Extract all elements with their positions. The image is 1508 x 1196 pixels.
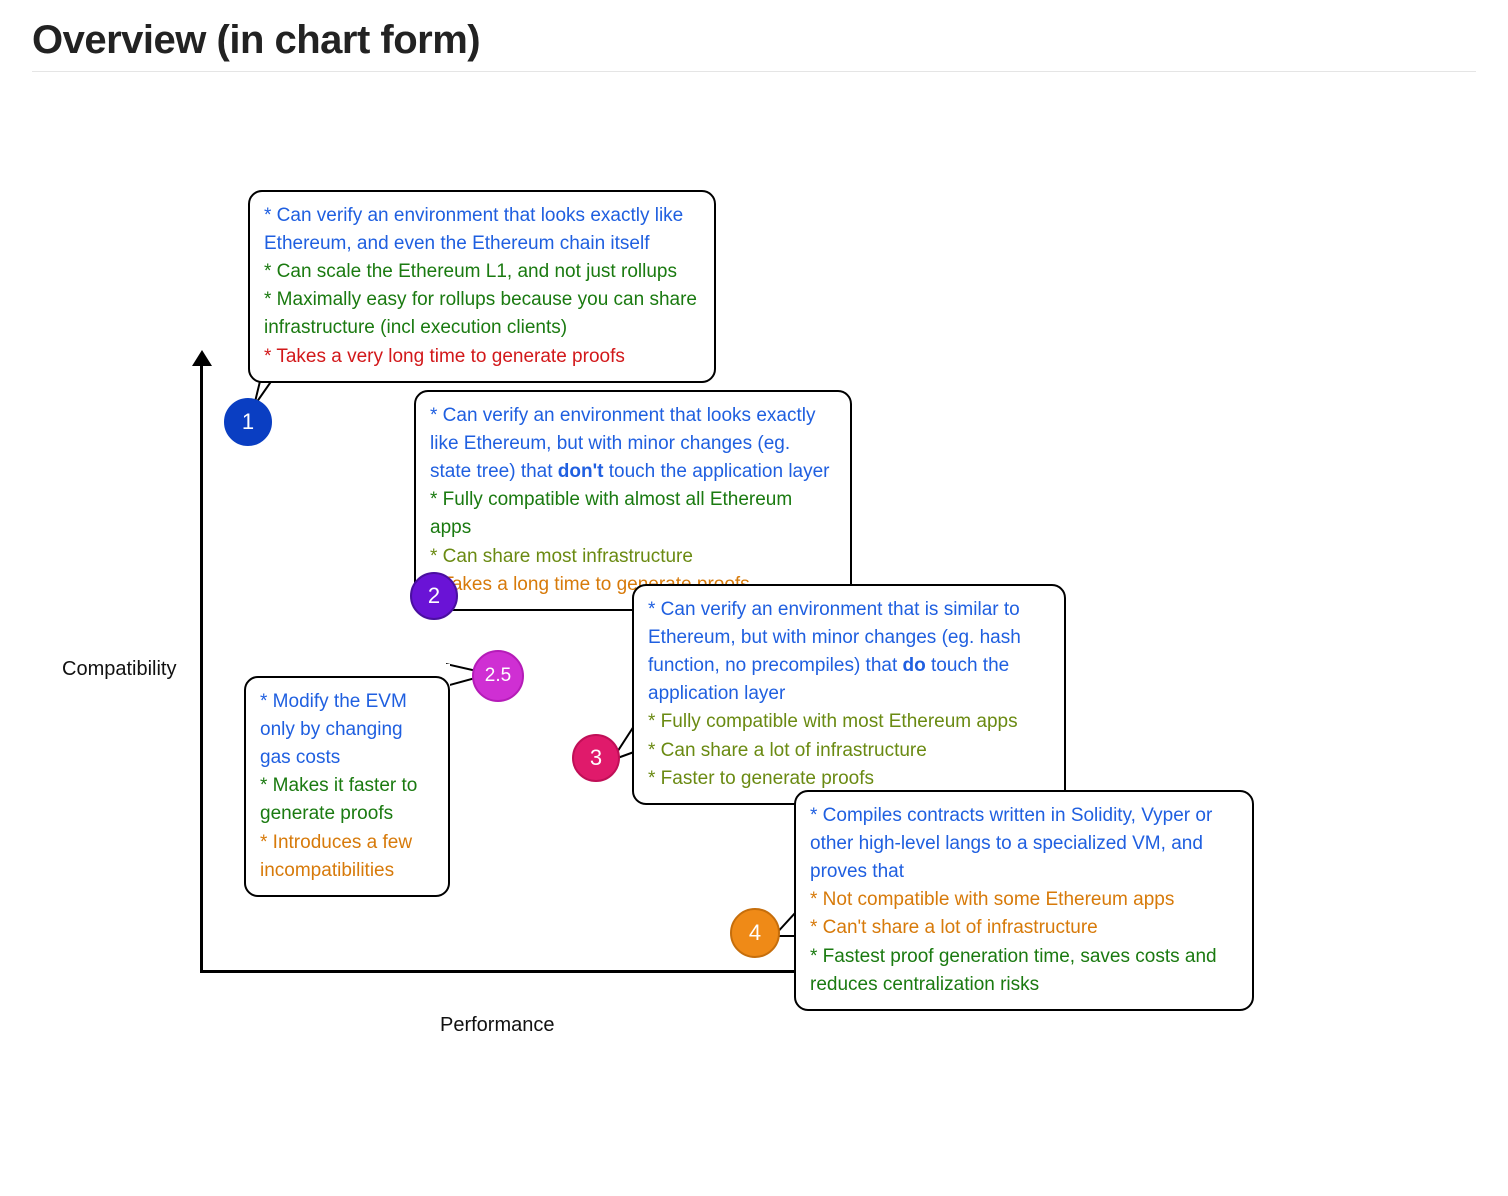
callout-type-1: * Can verify an environment that looks e… [248, 190, 716, 383]
callout-25-line-1: * Makes it faster to generate proofs [260, 772, 434, 828]
node-type-4: 4 [730, 908, 780, 958]
callout-4-line-3: * Fastest proof generation time, saves c… [810, 943, 1238, 999]
callout-type-2-5: * Modify the EVM only by changing gas co… [244, 676, 450, 897]
callout-type-3: * Can verify an environment that is simi… [632, 584, 1066, 805]
node-type-3: 3 [572, 734, 620, 782]
callout-3-line-3: * Faster to generate proofs [648, 765, 1050, 793]
callout-1-line-2: * Maximally easy for rollups because you… [264, 286, 700, 342]
callout-3-line-2: * Can share a lot of infrastructure [648, 737, 1050, 765]
callout-2-line-0: * Can verify an environment that looks e… [430, 402, 836, 486]
callout-25-line-0: * Modify the EVM only by changing gas co… [260, 688, 434, 772]
callout-4-line-0: * Compiles contracts written in Solidity… [810, 802, 1238, 886]
callout-1-line-0: * Can verify an environment that looks e… [264, 202, 700, 258]
callout-2-line-2: * Can share most infrastructure [430, 543, 836, 571]
title-rule [32, 71, 1476, 72]
callout-4-line-2: * Can't share a lot of infrastructure [810, 914, 1238, 942]
node-type-1: 1 [224, 398, 272, 446]
callout-type-2: * Can verify an environment that looks e… [414, 390, 852, 611]
callout-type-4: * Compiles contracts written in Solidity… [794, 790, 1254, 1011]
node-type-2-5: 2.5 [472, 650, 524, 702]
axis-x [200, 970, 810, 973]
axis-y-arrow-icon [192, 350, 212, 366]
node-type-2: 2 [410, 572, 458, 620]
axis-x-label: Performance [440, 1014, 555, 1037]
callout-3-line-0: * Can verify an environment that is simi… [648, 596, 1050, 708]
callout-1-line-1: * Can scale the Ethereum L1, and not jus… [264, 258, 700, 286]
callout-2-line-1: * Fully compatible with almost all Ether… [430, 486, 836, 542]
callout-4-line-1: * Not compatible with some Ethereum apps [810, 886, 1238, 914]
callout-1-line-3: * Takes a very long time to generate pro… [264, 343, 700, 371]
chart-area: Compatibility Performance * Can verify a… [32, 82, 1476, 1142]
axis-y-label: Compatibility [62, 658, 176, 681]
callout-25-line-2: * Introduces a few incompatibilities [260, 829, 434, 885]
axis-y [200, 362, 203, 972]
page-title: Overview (in chart form) [32, 18, 1476, 63]
callout-3-line-1: * Fully compatible with most Ethereum ap… [648, 708, 1050, 736]
